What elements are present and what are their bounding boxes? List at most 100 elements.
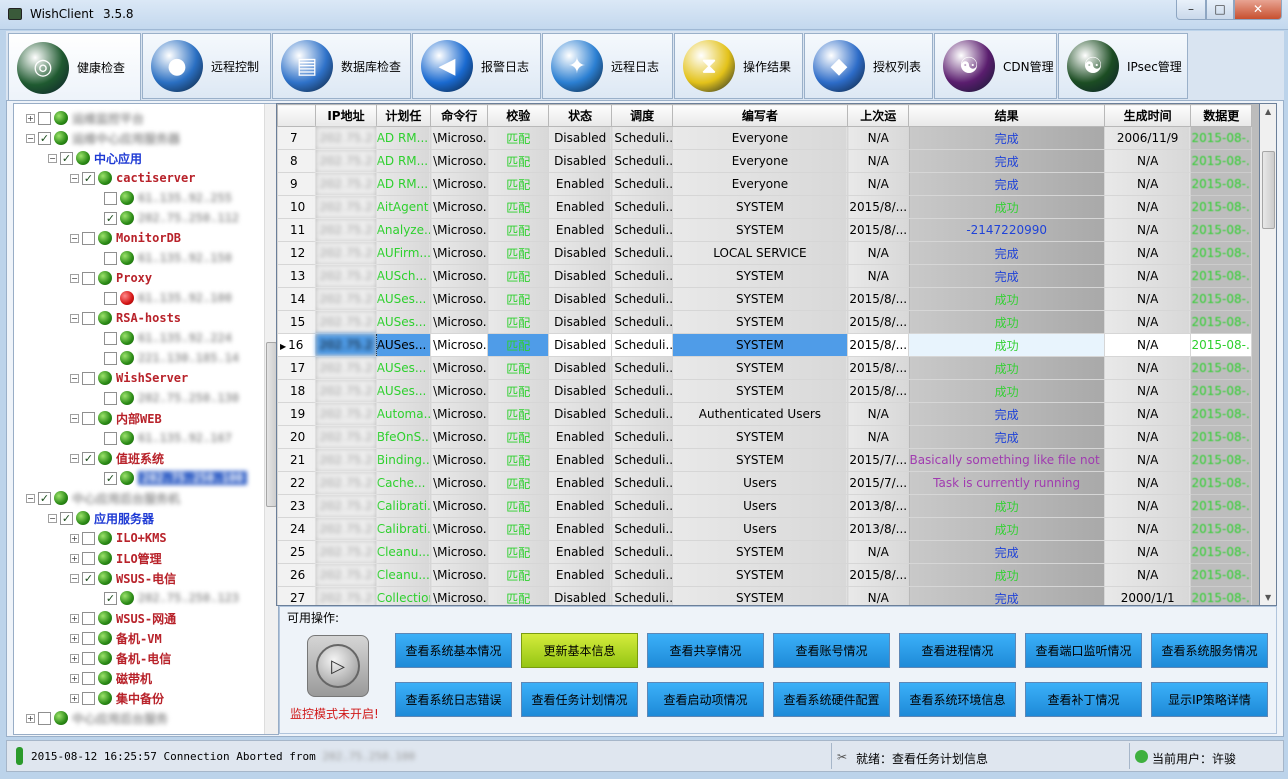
cell-status[interactable]: Disabled — [547, 333, 613, 357]
tree-node[interactable]: − RSA-hosts — [70, 308, 181, 328]
table-row[interactable]: 20202.75.2BfeOnS...\Microso...匹配EnabledS… — [277, 425, 1252, 449]
cell-last[interactable]: 2015/7/... — [847, 471, 910, 495]
op-button[interactable]: 查看补丁情况 — [1025, 682, 1142, 717]
cell-n[interactable]: 8 — [277, 149, 317, 173]
tree-checkbox[interactable] — [82, 651, 95, 665]
tree-checkbox[interactable]: ✓ — [82, 171, 95, 185]
tree-checkbox[interactable] — [104, 251, 117, 265]
cell-result[interactable]: 完成 — [908, 241, 1105, 265]
cell-author[interactable]: Everyone — [671, 126, 849, 150]
cell-check[interactable]: 匹配 — [487, 379, 549, 403]
cell-cmd[interactable]: \Microso... — [430, 563, 489, 587]
cell-gen[interactable]: N/A — [1103, 471, 1192, 495]
cell-status[interactable]: Disabled — [547, 241, 613, 265]
cell-last[interactable]: 2015/8/... — [847, 333, 910, 357]
op-button[interactable]: 查看系统基本情况 — [395, 633, 512, 668]
cell-status[interactable]: Disabled — [547, 379, 613, 403]
op-button[interactable]: 查看账号情况 — [773, 633, 890, 668]
tree-checkbox[interactable] — [38, 111, 51, 125]
table-row[interactable]: 27202.75.2Collection\Microso...匹配Disable… — [277, 586, 1252, 605]
cell-author[interactable]: Everyone — [671, 172, 849, 196]
cell-check[interactable]: 匹配 — [487, 126, 549, 150]
cell-result[interactable]: Task is currently running — [908, 471, 1105, 495]
tree-checkbox[interactable] — [82, 551, 95, 565]
cell-cmd[interactable]: \Microso... — [430, 195, 489, 219]
cell-ip[interactable]: 202.75.2 — [315, 218, 377, 242]
table-row[interactable]: ▶16202.75.2AUSes...\Microso...匹配Disabled… — [277, 333, 1252, 357]
cell-n[interactable]: 11 — [277, 218, 317, 242]
cell-task[interactable]: AUSes... — [375, 310, 432, 334]
tree-node[interactable]: − 内部WEB — [70, 408, 162, 428]
cell-cmd[interactable]: \Microso... — [430, 218, 489, 242]
cell-author[interactable]: Users — [671, 471, 849, 495]
tree-expander-icon[interactable]: − — [70, 413, 79, 423]
cell-result[interactable]: 完成 — [908, 264, 1105, 288]
tree-expander-icon[interactable]: + — [70, 653, 79, 663]
tree-checkbox[interactable]: ✓ — [38, 131, 51, 145]
column-header[interactable]: 调度 — [611, 104, 673, 127]
monitor-toggle-button[interactable]: ▷ — [307, 635, 369, 697]
cell-author[interactable]: SYSTEM — [671, 586, 849, 605]
cell-upd[interactable]: 2015-08-... — [1190, 494, 1252, 518]
cell-check[interactable]: 匹配 — [487, 287, 549, 311]
cell-status[interactable]: Disabled — [547, 310, 613, 334]
cell-sched[interactable]: Scheduli... — [611, 195, 673, 219]
tree-node[interactable]: 221.130.185.14 — [92, 348, 239, 368]
tab-sand-clock[interactable]: ⧗ 操作结果 — [674, 33, 803, 99]
cell-check[interactable]: 匹配 — [487, 310, 549, 334]
table-row[interactable]: 8202.75.2AD RM...\Microso...匹配DisabledSc… — [277, 149, 1252, 173]
cell-n[interactable]: 17 — [277, 356, 317, 380]
close-button[interactable]: ✕ — [1234, 0, 1282, 20]
cell-last[interactable]: N/A — [847, 264, 910, 288]
cell-ip[interactable]: 202.75.2 — [315, 448, 377, 472]
cell-check[interactable]: 匹配 — [487, 471, 549, 495]
cell-sched[interactable]: Scheduli... — [611, 402, 673, 426]
cell-ip[interactable]: 202.75.2 — [315, 379, 377, 403]
cell-cmd[interactable]: \Microso... — [430, 425, 489, 449]
tree-expander-icon[interactable]: + — [70, 633, 79, 643]
cell-task[interactable]: AUSes... — [375, 333, 432, 357]
cell-upd[interactable]: 2015-08-... — [1190, 333, 1252, 357]
cell-upd[interactable]: 2015-08-... — [1190, 540, 1252, 564]
minimize-button[interactable]: – — [1176, 0, 1206, 20]
cell-last[interactable]: 2015/8/... — [847, 287, 910, 311]
cell-author[interactable]: SYSTEM — [671, 448, 849, 472]
cell-result[interactable]: 成功 — [908, 195, 1105, 219]
table-row[interactable]: 7202.75.2AD RM...\Microso...匹配DisabledSc… — [277, 126, 1252, 150]
tree-expander-icon[interactable]: − — [48, 153, 57, 163]
cell-result[interactable]: 完成 — [908, 540, 1105, 564]
cell-check[interactable]: 匹配 — [487, 356, 549, 380]
op-button[interactable]: 查看系统硬件配置 — [773, 682, 890, 717]
cell-check[interactable]: 匹配 — [487, 517, 549, 541]
op-button[interactable]: 查看系统日志错误 — [395, 682, 512, 717]
cell-sched[interactable]: Scheduli... — [611, 218, 673, 242]
cell-check[interactable]: 匹配 — [487, 241, 549, 265]
cell-n[interactable]: 14 — [277, 287, 317, 311]
cell-check[interactable]: 匹配 — [487, 172, 549, 196]
cell-ip[interactable]: 202.75.2 — [315, 356, 377, 380]
table-row[interactable]: 9202.75.2AD RM...\Microso...匹配EnabledSch… — [277, 172, 1252, 196]
cell-n[interactable]: 25 — [277, 540, 317, 564]
table-row[interactable]: 21202.75.2Binding...\Microso...匹配Enabled… — [277, 448, 1252, 472]
cell-cmd[interactable]: \Microso... — [430, 471, 489, 495]
cell-author[interactable]: SYSTEM — [671, 563, 849, 587]
cell-upd[interactable]: 2015-08-... — [1190, 517, 1252, 541]
cell-upd[interactable]: 2015-08-... — [1190, 149, 1252, 173]
cell-sched[interactable]: Scheduli... — [611, 425, 673, 449]
cell-author[interactable]: SYSTEM — [671, 425, 849, 449]
task-grid[interactable]: IP地址 计划任 命令行 校验 状态 调度 编写者 上次运 结果 生成时间 数据更 7 202.75.… — [276, 103, 1260, 606]
cell-check[interactable]: 匹配 — [487, 586, 549, 605]
tree-node[interactable]: 61.135.92.224 — [92, 328, 232, 348]
cell-gen[interactable]: N/A — [1103, 218, 1192, 242]
cell-author[interactable]: SYSTEM — [671, 333, 849, 357]
tab-wrench-globe[interactable]: ✦ 远程日志 — [542, 33, 673, 99]
cell-result[interactable]: 完成 — [908, 149, 1105, 173]
cell-cmd[interactable]: \Microso... — [430, 540, 489, 564]
op-button[interactable]: 查看端口监听情况 — [1025, 633, 1142, 668]
cell-upd[interactable]: 2015-08-... — [1190, 448, 1252, 472]
tree-checkbox[interactable]: ✓ — [104, 591, 117, 605]
cell-result[interactable]: 完成 — [908, 402, 1105, 426]
cell-gen[interactable]: N/A — [1103, 287, 1192, 311]
tree-node[interactable]: − ✓ 值班系统 — [70, 448, 164, 468]
cell-ip[interactable]: 202.75.2 — [315, 517, 377, 541]
